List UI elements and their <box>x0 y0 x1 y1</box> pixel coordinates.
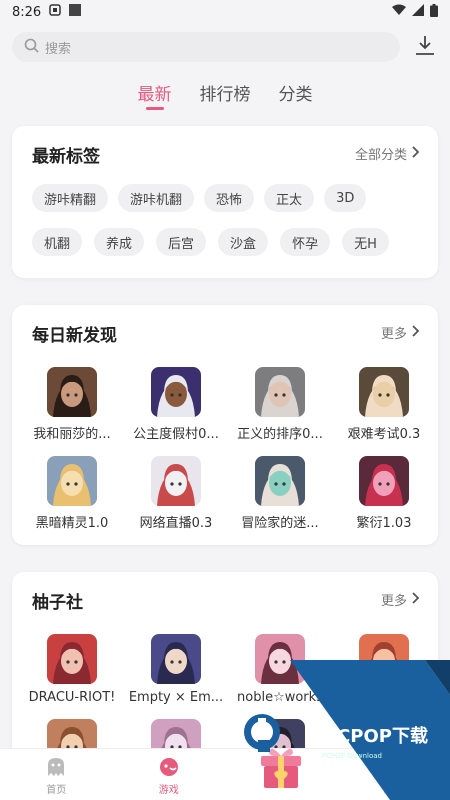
notification-icon <box>49 4 61 20</box>
watermark-sub: PCPOP Download <box>321 752 382 760</box>
game-cover-image <box>151 367 201 417</box>
tag-row-2: 机翻 养成 后宫 沙盒 怀孕 无H <box>32 228 424 256</box>
game-item[interactable]: DRACU-RIOT! <box>20 634 124 705</box>
chevron-right-icon <box>411 145 420 163</box>
tag-item[interactable]: 恐怖 <box>204 184 255 212</box>
ghost-icon <box>45 756 67 781</box>
game-item[interactable]: 繁衍1.03 <box>332 456 436 531</box>
latest-tags-card: 最新标签 全部分类 游咔精翻 游咔机翻 恐怖 正太 3D 机翻 养成 后宫 沙盒… <box>12 126 438 278</box>
game-item[interactable]: 我和丽莎的... <box>20 367 124 442</box>
game-title: 正义的排序0... <box>237 427 323 442</box>
daily-more-link[interactable]: 更多 <box>381 323 420 342</box>
game-item[interactable]: 网络直播0.3 <box>124 456 228 531</box>
game-title: Empty × Em... <box>128 690 224 705</box>
chevron-right-icon <box>411 591 420 609</box>
tab-category[interactable]: 分类 <box>279 76 313 116</box>
wifi-icon <box>392 4 406 20</box>
game-title: 公主度假村0... <box>133 427 219 442</box>
status-bar: 8:26 <box>0 0 450 24</box>
game-cover-image <box>47 634 97 684</box>
nav-home-label: 首页 <box>46 785 67 796</box>
media-icon <box>69 4 82 20</box>
tab-ranking[interactable]: 排行榜 <box>200 76 251 116</box>
yuzu-soft-title: 柚子社 <box>32 593 83 613</box>
game-title: 黑暗精灵1.0 <box>35 516 109 531</box>
game-cover-image <box>151 456 201 506</box>
search-icon <box>24 38 39 57</box>
game-title: 我和丽莎的... <box>33 427 111 442</box>
all-categories-link[interactable]: 全部分类 <box>355 144 420 163</box>
tag-item[interactable]: 怀孕 <box>280 228 331 256</box>
game-cover-image <box>255 367 305 417</box>
chevron-right-icon <box>411 324 420 342</box>
game-title: 冒险家的迷... <box>241 516 319 531</box>
latest-tags-title: 最新标签 <box>32 147 100 167</box>
status-time: 8:26 <box>12 4 42 20</box>
tag-item[interactable]: 游咔机翻 <box>118 184 195 212</box>
game-item[interactable]: 正义的排序0... <box>228 367 332 442</box>
game-item[interactable]: 冒险家的迷... <box>228 456 332 531</box>
tab-latest[interactable]: 最新 <box>138 76 172 116</box>
game-item[interactable]: 黑暗精灵1.0 <box>20 456 124 531</box>
daily-discovery-title: 每日新发现 <box>32 326 117 346</box>
game-cover-image <box>255 456 305 506</box>
game-cover-image <box>151 634 201 684</box>
tag-item[interactable]: 机翻 <box>32 228 83 256</box>
tag-item[interactable]: 游咔精翻 <box>32 184 109 212</box>
search-placeholder: 搜索 <box>45 41 72 57</box>
search-input[interactable]: 搜索 <box>12 32 400 62</box>
tag-item[interactable]: 3D <box>324 184 367 212</box>
more-label: 更多 <box>380 327 407 342</box>
game-title: 艰难考试0.3 <box>347 427 421 442</box>
daily-games-grid: 我和丽莎的... 公主度假村0... 正义的排序0... 艰难考试0.3 黑暗精灵1.0… <box>20 367 430 531</box>
signal-icon <box>412 4 424 20</box>
download-button[interactable] <box>412 34 438 60</box>
nav-home[interactable]: 首页 <box>26 756 86 796</box>
download-icon <box>414 34 436 60</box>
more-label: 更多 <box>380 594 407 609</box>
daily-discovery-card: 每日新发现 更多 我和丽莎的... 公主度假村0... 正义的排序0... 艰难考试0… <box>12 305 438 545</box>
yuzu-more-link[interactable]: 更多 <box>381 590 420 609</box>
nav-games[interactable]: 游戏 <box>139 756 199 796</box>
battery-icon <box>430 3 438 21</box>
tag-item[interactable]: 正太 <box>264 184 315 212</box>
game-cover-image <box>359 367 409 417</box>
watermark: PCPOP下载 PCPOP Download <box>240 660 450 800</box>
tag-item[interactable]: 养成 <box>94 228 145 256</box>
tag-item[interactable]: 沙盒 <box>218 228 269 256</box>
game-title: DRACU-RIOT! <box>28 690 116 705</box>
game-title: 繁衍1.03 <box>356 516 412 531</box>
game-icon <box>158 756 180 781</box>
nav-games-label: 游戏 <box>158 785 179 796</box>
watermark-brand: PCPOP下载 <box>323 726 428 747</box>
game-item[interactable]: 公主度假村0... <box>124 367 228 442</box>
top-tabs: 最新 排行榜 分类 <box>0 76 450 116</box>
game-title: 网络直播0.3 <box>139 516 213 531</box>
game-cover-image <box>47 367 97 417</box>
tag-item[interactable]: 后宫 <box>156 228 207 256</box>
search-row: 搜索 <box>0 24 450 62</box>
game-cover-image <box>47 456 97 506</box>
all-categories-label: 全部分类 <box>354 148 407 163</box>
tag-row-1: 游咔精翻 游咔机翻 恐怖 正太 3D <box>32 184 424 212</box>
game-item[interactable]: Empty × Em... <box>124 634 228 705</box>
game-cover-image <box>359 456 409 506</box>
tag-item[interactable]: 无H <box>342 228 389 256</box>
game-item[interactable]: 艰难考试0.3 <box>332 367 436 442</box>
